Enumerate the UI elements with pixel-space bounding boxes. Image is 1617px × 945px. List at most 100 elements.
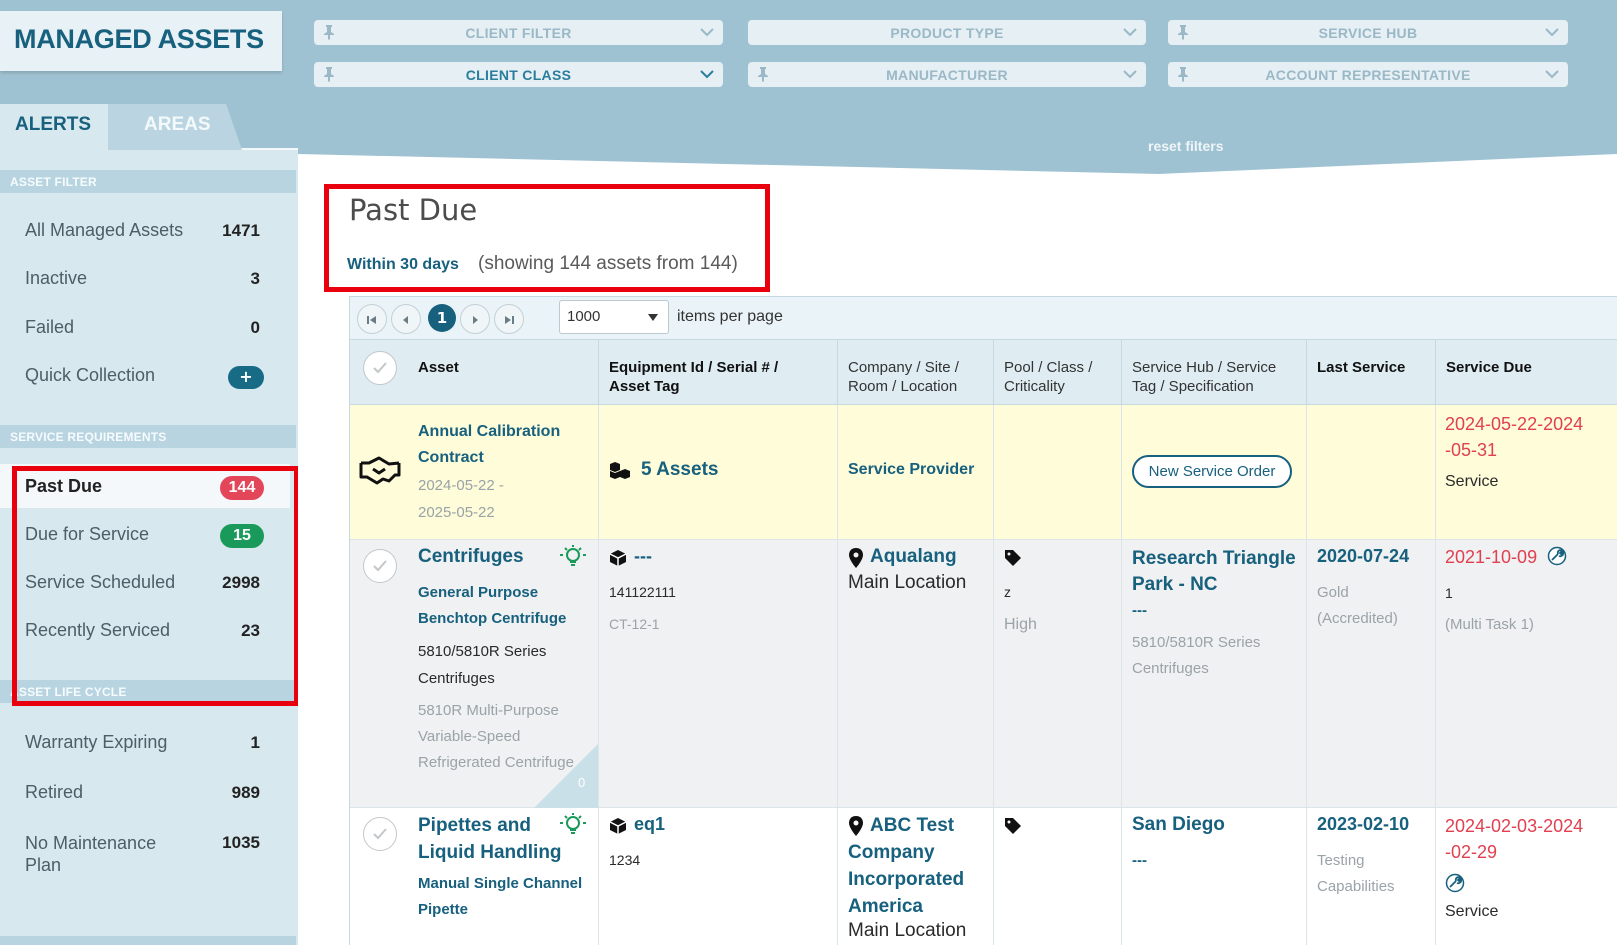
items-per-page-select[interactable]: 1000 [559, 300, 669, 334]
service-hub-dropdown[interactable]: SERVICE HUB [1168, 20, 1568, 45]
service-tag: --- [1132, 852, 1147, 869]
column-company[interactable]: Company / Site / Room / Location [837, 340, 993, 405]
asset-model: 5810/5810R Series Centrifuges [418, 643, 547, 687]
tab-alerts[interactable]: ALERTS [0, 104, 108, 150]
column-last-service[interactable]: Last Service [1306, 340, 1435, 405]
asset-subtype-link[interactable]: General Purpose Benchtop Centrifuge [418, 580, 588, 632]
service-wrench-icon[interactable] [1547, 546, 1567, 566]
first-page-button[interactable] [357, 304, 387, 334]
next-page-icon [473, 316, 478, 324]
hub-cell: San Diego --- [1121, 808, 1306, 945]
last-page-button[interactable] [494, 304, 524, 334]
sidebar-item-no-maintenance-plan[interactable]: No Maintenance Plan 1035 [0, 820, 290, 876]
caret-down-icon [648, 314, 658, 321]
column-service-hub[interactable]: Service Hub / Service Tag / Specificatio… [1121, 340, 1306, 405]
contract-dates: 2024-05-22 - 2025-05-22 [418, 477, 504, 521]
tag-icon [1005, 818, 1021, 834]
sidebar-item-inactive[interactable]: Inactive 3 [0, 256, 290, 300]
product-type-dropdown[interactable]: PRODUCT TYPE [748, 20, 1146, 45]
next-page-button[interactable] [460, 304, 490, 334]
sidebar-item-count: 3 [250, 269, 260, 288]
last-service-note: Testing Capabilities [1317, 852, 1395, 895]
manufacturer-dropdown[interactable]: MANUFACTURER [748, 62, 1146, 87]
service-provider-link[interactable]: Service Provider [848, 461, 974, 479]
sidebar-item-count: 1471 [222, 221, 260, 240]
prev-page-button[interactable] [391, 304, 421, 334]
current-page-button[interactable]: 1 [428, 304, 456, 332]
asset-type-link[interactable]: Pipettes and Liquid Handling [418, 812, 563, 866]
within-period-link[interactable]: Within 30 days [347, 256, 459, 274]
sidebar-item-failed[interactable]: Failed 0 [0, 305, 290, 349]
sidebar-item-label: Inactive [25, 268, 88, 288]
column-pool[interactable]: Pool / Class / Criticality [993, 340, 1121, 405]
last-service-cell: 2023-02-10 Testing Capabilities [1306, 808, 1435, 945]
tab-alerts-label: ALERTS [15, 114, 91, 135]
chevron-down-icon [1123, 28, 1137, 37]
assets-count-link[interactable]: 5 Assets [641, 459, 718, 481]
highlight-service-requirements [12, 466, 299, 706]
service-hub-label: SERVICE HUB [1318, 24, 1418, 41]
pin-icon[interactable] [1176, 66, 1190, 82]
location-text: Main Location [848, 572, 967, 593]
company-link[interactable]: ABC Test Company Incorporated America [848, 812, 988, 920]
tab-areas-label: AREAS [144, 114, 211, 135]
location-pin-icon [849, 548, 863, 568]
service-hub-link[interactable]: Research Triangle Park - NC [1132, 546, 1302, 598]
pin-icon[interactable] [756, 66, 770, 82]
sidebar-bottom-divider [0, 936, 296, 945]
sidebar-item-label: All Managed Assets [25, 220, 184, 240]
column-equipment[interactable]: Equipment Id / Serial # / Asset Tag [598, 340, 837, 405]
sidebar-item-retired[interactable]: Retired 989 [0, 770, 290, 814]
client-class-dropdown[interactable]: CLIENT CLASS [314, 62, 723, 87]
row-select-checkbox[interactable] [363, 549, 397, 583]
last-service-date[interactable]: 2023-02-10 [1317, 814, 1409, 835]
new-service-order-button[interactable]: New Service Order [1132, 455, 1292, 488]
column-equipment-label: Equipment Id / Serial # / Asset Tag [609, 359, 779, 395]
sidebar-item-count: 1035 [222, 833, 260, 852]
check-icon [373, 560, 387, 572]
criticality-value: High [1004, 616, 1037, 633]
pin-icon[interactable] [1176, 24, 1190, 40]
equipment-id[interactable]: eq1 [634, 814, 665, 835]
prev-page-icon [403, 316, 408, 324]
last-service-date[interactable]: 2020-07-24 [1317, 546, 1409, 567]
equipment-cell: --- 141122111 CT-12-1 [598, 540, 837, 807]
service-due-type: Service [1445, 903, 1499, 920]
tab-areas[interactable]: AREAS [108, 104, 238, 150]
corner-badge [534, 744, 598, 808]
sidebar-item-label: Warranty Expiring [25, 732, 168, 752]
pin-icon[interactable] [322, 24, 336, 40]
lightbulb-icon[interactable] [557, 544, 589, 570]
reset-filters-link[interactable]: reset filters [1148, 138, 1223, 154]
sidebar-item-count: 1 [250, 733, 260, 752]
table-row[interactable]: Annual Calibration Contract 2024-05-22 -… [350, 405, 1617, 540]
items-per-page-label: items per page [677, 308, 783, 325]
hub-cell: Research Triangle Park - NC --- 5810/581… [1121, 540, 1306, 807]
add-collection-button[interactable]: + [228, 366, 264, 389]
client-filter-dropdown[interactable]: CLIENT FILTER [314, 20, 723, 45]
equipment-id[interactable]: --- [634, 546, 652, 567]
column-asset[interactable]: Asset [350, 340, 598, 405]
service-hub-link[interactable]: San Diego [1132, 814, 1225, 836]
account-representative-dropdown[interactable]: ACCOUNT REPRESENTATIVE [1168, 62, 1568, 87]
sidebar-item-quick-collection[interactable]: Quick Collection + [0, 353, 290, 397]
pin-icon[interactable] [322, 66, 336, 82]
asset-type-link[interactable]: Centrifuges [418, 546, 524, 568]
asset-subtype-link[interactable]: Manual Single Channel Pipette [418, 871, 593, 923]
table-row[interactable]: Pipettes and Liquid Handling Manual Sing… [350, 808, 1617, 945]
lightbulb-icon[interactable] [557, 812, 589, 838]
contract-title-link[interactable]: Annual Calibration Contract [418, 419, 588, 471]
client-filter-label: CLIENT FILTER [465, 24, 572, 41]
column-service-due[interactable]: Service Due [1435, 340, 1617, 405]
row-select-checkbox[interactable] [363, 817, 397, 851]
location-text: Main Location [848, 920, 967, 941]
select-all-checkbox[interactable] [363, 351, 397, 385]
chevron-down-icon [700, 70, 714, 79]
sidebar-item-warranty-expiring[interactable]: Warranty Expiring 1 [0, 720, 290, 764]
sidebar-item-all-managed-assets[interactable]: All Managed Assets 1471 [0, 208, 290, 252]
table-row[interactable]: Centrifuges General Purpose Benchtop Cen… [350, 540, 1617, 808]
service-wrench-icon[interactable] [1445, 873, 1465, 893]
asset-cell: Pipettes and Liquid Handling Manual Sing… [350, 808, 598, 945]
column-service-due-label: Service Due [1446, 359, 1532, 376]
company-link[interactable]: Aqualang [870, 546, 957, 568]
